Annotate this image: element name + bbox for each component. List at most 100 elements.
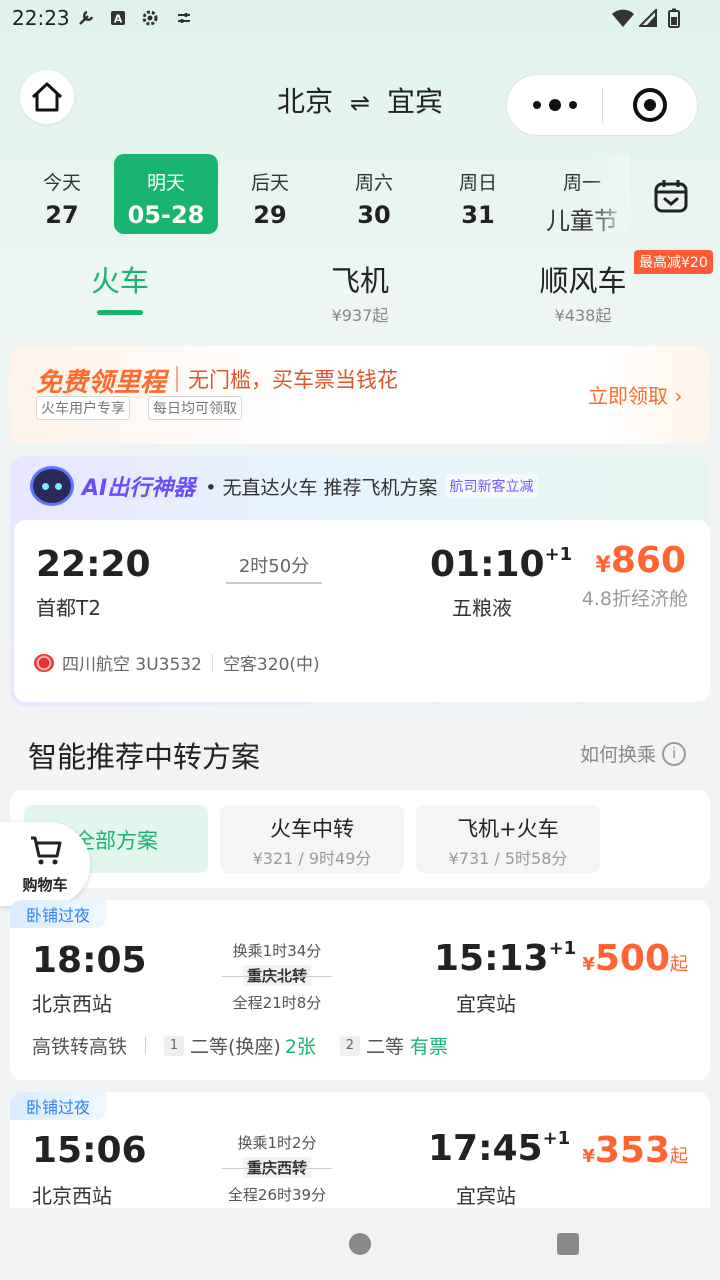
currency: ¥	[595, 553, 611, 578]
date-item-day-after[interactable]: 后天 29	[218, 154, 322, 234]
ai-desc: • 无直达火车 推荐飞机方案	[205, 476, 438, 499]
transfer-middle: 换乘1时34分 重庆北转 全程21时8分	[212, 940, 342, 1013]
sliders-icon	[174, 8, 194, 28]
arr-time: 17:45+1	[428, 1128, 570, 1169]
close-miniprogram-button[interactable]	[603, 88, 697, 122]
segment-availability: 有票	[409, 1036, 448, 1058]
price-suffix: 起	[670, 1146, 688, 1167]
transport-tabs: 火车 飞机 ¥937起 顺风车 ¥438起	[0, 250, 720, 330]
price-value: 500	[594, 938, 670, 979]
mileage-title: 免费领里程	[36, 368, 167, 398]
tab-flight-train[interactable]: 飞机+火车 ¥731 / 5时58分	[416, 805, 600, 873]
date-selector: 今天 27 明天 05-28 后天 29 周六 30 周日 31 周一 儿童节	[10, 154, 630, 236]
tab-sub: ¥321 / 9时49分	[252, 849, 372, 868]
wrench-icon	[76, 8, 96, 28]
discount-info: 4.8折经济舱	[581, 588, 688, 610]
transfer-middle: 换乘1时2分 重庆西转 全程26时39分	[212, 1132, 342, 1205]
duration-line	[226, 582, 322, 584]
tab-price: ¥438起	[554, 306, 612, 325]
arr-time: 15:13+1	[434, 938, 576, 979]
calendar-button[interactable]	[653, 178, 689, 214]
wifi-icon	[610, 8, 636, 28]
how-to-transfer-link[interactable]: 如何换乘 i	[580, 740, 687, 767]
total-duration: 全程21时8分	[232, 994, 322, 1012]
flight-meta: 四川航空 3U3532 空客320(中)	[34, 650, 320, 675]
recents-button[interactable]	[557, 1233, 579, 1255]
dep-station: 北京西站	[32, 1184, 112, 1208]
transfer-card[interactable]: 卧铺过夜 18:05 北京西站 换乘1时34分 重庆北转 全程21时8分 15:…	[10, 900, 710, 1080]
date-day: 30	[357, 201, 391, 229]
gear-icon	[140, 8, 160, 28]
price-suffix: 起	[670, 954, 688, 975]
date-item-tomorrow[interactable]: 明天 05-28	[114, 154, 218, 234]
tab-label: 飞机	[330, 264, 389, 298]
segment-seat: 二等(换座)	[190, 1036, 281, 1058]
flight-option[interactable]: 22:20 首都T2 2时50分 01:10+1 五粮液 ¥860 4.8折经济…	[14, 520, 710, 702]
tab-train[interactable]: 火车	[86, 258, 154, 315]
transfer-wait: 换乘1时2分	[237, 1134, 317, 1152]
system-home-button[interactable]	[349, 1233, 371, 1255]
tab-label: 飞机+火车	[457, 817, 559, 841]
dep-time: 18:05	[32, 940, 147, 981]
tab-flight[interactable]: 飞机 ¥937起	[320, 258, 400, 326]
price-value: 353	[594, 1130, 670, 1171]
airline-logo-icon	[34, 653, 54, 672]
dep-station: 北京西站	[32, 992, 112, 1016]
sleeper-ribbon: 卧铺过夜	[10, 900, 107, 928]
aircraft-type: 空客320(中)	[222, 655, 320, 675]
date-item-sun[interactable]: 周日 31	[426, 154, 530, 234]
date-weekday: 今天	[42, 172, 81, 194]
transfer-card[interactable]: 卧铺过夜 15:06 北京西站 换乘1时2分 重庆西转 全程26时39分 17:…	[10, 1092, 710, 1222]
ai-title: AI出行神器	[82, 476, 196, 501]
cart-button[interactable]: 购物车	[0, 822, 90, 906]
claim-button[interactable]: 立即领取 ›	[588, 380, 682, 409]
flight-duration: 2时50分	[238, 556, 310, 577]
date-weekday: 明天	[146, 172, 185, 194]
ai-badge: 航司新客立减	[445, 474, 538, 498]
currency: ¥	[582, 954, 595, 975]
cart-label: 购物车	[22, 876, 68, 894]
ai-header: AI出行神器 • 无直达火车 推荐飞机方案 航司新客立减	[30, 464, 538, 508]
mileage-banner[interactable]: 免费领里程 无门槛，买车票当钱花 火车用户专享 每日均可领取 立即领取 ›	[10, 346, 710, 444]
tab-train-transfer[interactable]: 火车中转 ¥321 / 9时49分	[220, 805, 404, 873]
from-city: 北京	[277, 85, 334, 118]
mileage-tag: 火车用户专享	[36, 396, 130, 420]
seat-info: 高铁转高铁 1 二等(换座) 2张 2 二等 有票	[32, 1032, 448, 1059]
date-weekday: 后天	[250, 172, 289, 194]
currency: ¥	[582, 1146, 595, 1167]
status-time: 22:23	[12, 6, 70, 30]
flight-price: ¥860	[596, 540, 686, 581]
active-indicator	[97, 310, 143, 315]
date-item-today[interactable]: 今天 27	[10, 154, 114, 234]
segment-number: 1	[164, 1035, 185, 1056]
tab-sub: ¥731 / 5时58分	[448, 849, 568, 868]
date-day: 27	[45, 201, 79, 229]
mileage-desc: 无门槛，买车票当钱花	[188, 368, 398, 392]
segment-seat: 二等	[365, 1036, 404, 1058]
train-kind: 高铁转高铁	[32, 1036, 128, 1058]
date-item-sat[interactable]: 周六 30	[322, 154, 426, 234]
more-menu-button[interactable]	[507, 99, 602, 111]
arr-time-value: 17:45	[428, 1128, 543, 1169]
transfer-wait: 换乘1时34分	[232, 942, 322, 960]
arr-station: 五粮液	[452, 596, 512, 620]
swap-icon: ⇌	[349, 89, 371, 117]
miniprogram-capsule	[506, 74, 698, 136]
segment-availability: 2张	[284, 1036, 316, 1058]
dep-time: 15:06	[32, 1130, 147, 1171]
tab-label: 火车	[90, 264, 149, 298]
next-day-mark: +1	[542, 1128, 571, 1149]
meta-divider	[211, 653, 213, 672]
arr-station: 宜宾站	[456, 992, 516, 1016]
date-day: 29	[253, 201, 287, 229]
date-day: 05-28	[127, 201, 205, 229]
date-weekday: 周日	[458, 172, 497, 194]
tab-rideshare[interactable]: 顺风车 ¥438起	[530, 258, 636, 326]
arr-station: 宜宾站	[456, 1184, 516, 1208]
airline-flight-no: 四川航空 3U3532	[62, 655, 202, 675]
dep-station: 首都T2	[36, 596, 101, 620]
status-bar: 22:23 A	[0, 0, 720, 36]
signal-icon	[638, 8, 658, 28]
segment-number: 2	[339, 1035, 360, 1056]
calendar-icon	[654, 180, 688, 213]
